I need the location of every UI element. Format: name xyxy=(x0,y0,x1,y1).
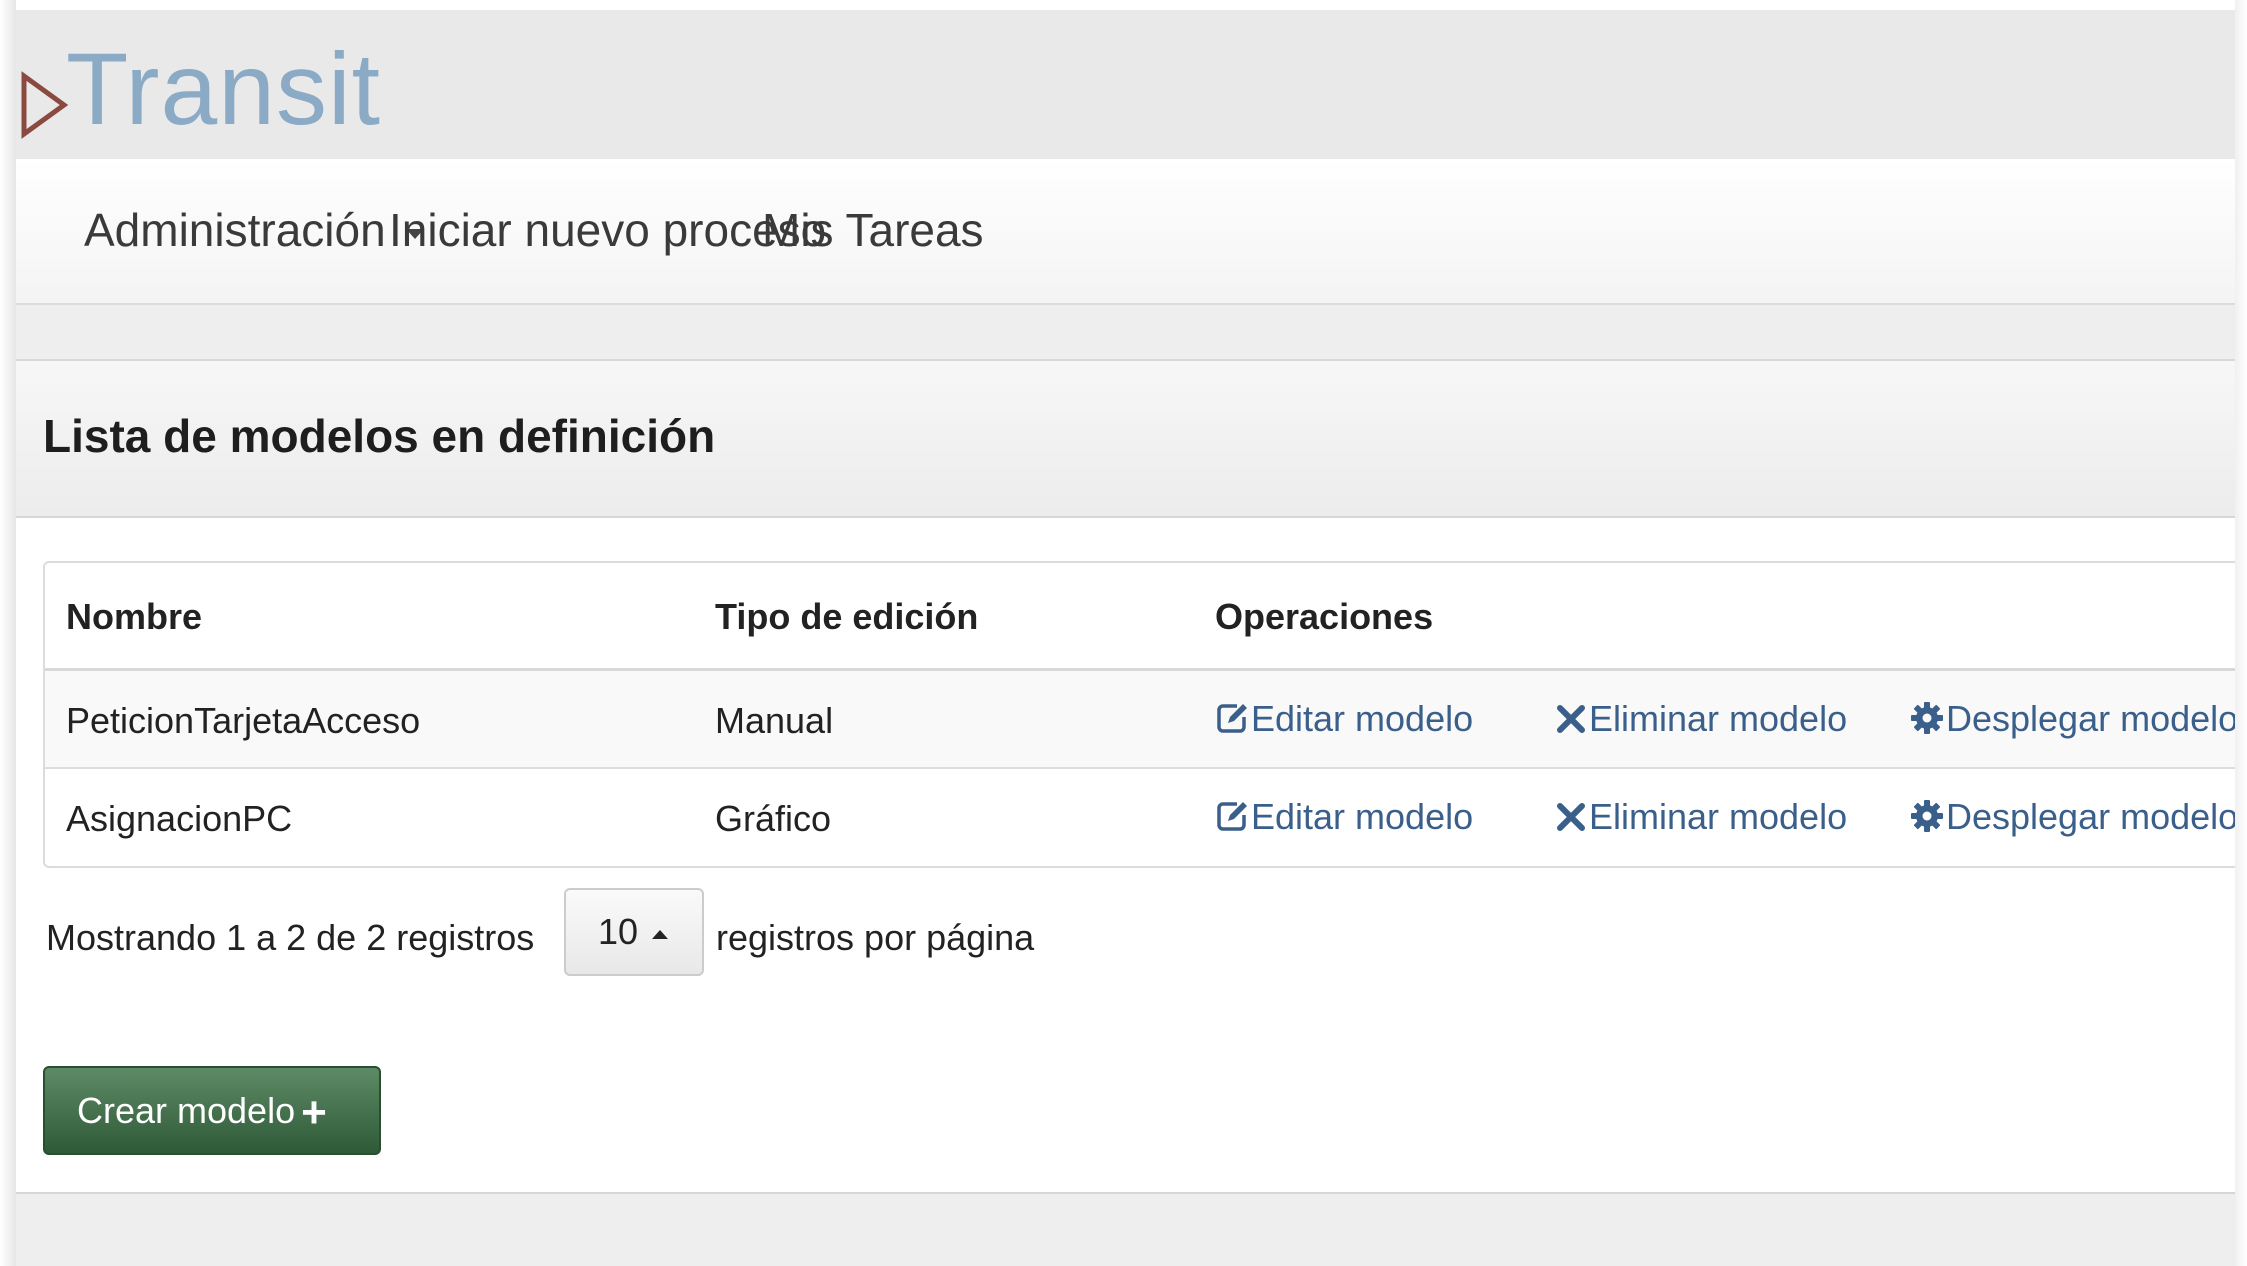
nav-administracion-label: Administración xyxy=(84,204,386,256)
table-row: AsignacionPC Gráfico Editar modelo Elimi… xyxy=(45,769,2235,866)
navbar: Administración Iniciar nuevo proceso Mis… xyxy=(16,159,2235,305)
caret-up-icon xyxy=(652,929,669,939)
panel-header: Lista de modelos en definición xyxy=(16,361,2235,518)
brand-header: Transit xyxy=(16,10,2235,159)
model-name: AsignacionPC xyxy=(66,798,293,839)
footer-band xyxy=(16,1192,2235,1266)
table-row: PeticionTarjetaAcceso Manual Editar mode… xyxy=(45,671,2235,769)
deploy-model-label: Desplegar modelo xyxy=(1946,796,2235,837)
deploy-model-label: Desplegar modelo xyxy=(1946,698,2235,739)
panel-title: Lista de modelos en definición xyxy=(43,410,716,462)
edit-model-label: Editar modelo xyxy=(1251,698,1474,739)
edit-icon xyxy=(1217,802,1247,831)
gear-icon xyxy=(1911,800,1943,832)
gear-icon xyxy=(1911,702,1943,734)
create-model-label: Crear modelo xyxy=(77,1090,296,1131)
delete-model-link[interactable]: Eliminar modelo xyxy=(1555,799,1847,835)
edit-model-label: Editar modelo xyxy=(1251,796,1474,837)
edit-icon xyxy=(1217,704,1247,733)
column-header-tipo[interactable]: Tipo de edición xyxy=(715,599,978,635)
model-type: Manual xyxy=(715,700,834,741)
table-header-row: Nombre Tipo de edición Operaciones xyxy=(45,563,2235,671)
nav-mis-tareas[interactable]: Mis Tareas xyxy=(762,207,984,253)
window-shadow-right xyxy=(2235,0,2247,1266)
model-name: PeticionTarjetaAcceso xyxy=(66,700,421,741)
create-model-button[interactable]: Crear modelo + xyxy=(43,1066,381,1155)
delete-model-label: Eliminar modelo xyxy=(1589,796,1848,837)
model-type: Gráfico xyxy=(715,798,832,839)
page-size-value: 10 xyxy=(598,911,639,952)
deploy-model-link[interactable]: Desplegar modelo xyxy=(1910,701,2235,737)
page: Transit Administración Iniciar nuevo pro… xyxy=(16,10,2235,1266)
nav-iniciar-nuevo-proceso[interactable]: Iniciar nuevo proceso xyxy=(389,207,826,253)
delete-model-link[interactable]: Eliminar modelo xyxy=(1555,701,1847,737)
separator-band xyxy=(16,305,2235,361)
per-page-label: registros por página xyxy=(716,917,1035,958)
close-icon xyxy=(1557,803,1585,831)
nav-administracion[interactable]: Administración xyxy=(84,207,424,253)
page-size-select[interactable]: 10 xyxy=(564,888,704,976)
brand-logo-text[interactable]: Transit xyxy=(66,38,381,140)
close-icon xyxy=(1557,705,1585,733)
column-header-operaciones: Operaciones xyxy=(1215,596,1434,637)
deploy-model-link[interactable]: Desplegar modelo xyxy=(1910,799,2235,835)
play-triangle-icon xyxy=(21,71,69,139)
edit-model-link[interactable]: Editar modelo xyxy=(1215,701,1473,737)
pager-info: Mostrando 1 a 2 de 2 registros xyxy=(46,917,535,958)
plus-icon: + xyxy=(301,1088,327,1137)
window-shadow-left xyxy=(0,0,16,1266)
models-table: Nombre Tipo de edición Operaciones Petic… xyxy=(43,561,2235,868)
column-header-nombre[interactable]: Nombre xyxy=(66,599,202,635)
edit-model-link[interactable]: Editar modelo xyxy=(1215,799,1473,835)
delete-model-label: Eliminar modelo xyxy=(1589,698,1848,739)
